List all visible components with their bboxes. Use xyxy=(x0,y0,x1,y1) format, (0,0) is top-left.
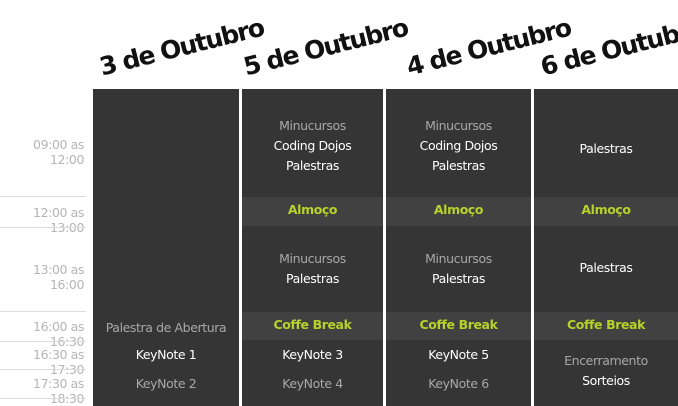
session-keynote: KeyNote 1 xyxy=(93,345,239,365)
divider xyxy=(0,227,86,228)
session-text: Palestras xyxy=(579,260,633,275)
divider xyxy=(0,196,86,197)
session-text: Encerramento xyxy=(564,353,648,368)
lunch-band: Almoço xyxy=(242,197,383,226)
session-text: KeyNote 2 xyxy=(135,376,197,391)
divider xyxy=(0,341,86,342)
session-afternoon: Minucursos Palestras xyxy=(386,249,531,289)
session-text: KeyNote 3 xyxy=(282,347,343,362)
session-keynote: KeyNote 5 xyxy=(386,345,531,365)
break-band: Coffe Break xyxy=(534,312,678,340)
session-text: Coding Dojos xyxy=(419,138,498,153)
break-band: Coffe Break xyxy=(386,312,531,340)
time-label: 09:00 as 12:00 xyxy=(33,137,84,167)
time-column: 09:00 as 12:00 12:00 as 13:00 13:00 as 1… xyxy=(0,0,92,406)
session-lunch: Almoço xyxy=(581,202,631,217)
session-morning: Palestras xyxy=(534,139,678,159)
session-lunch: Almoço xyxy=(433,202,484,217)
session-break: Coffe Break xyxy=(567,317,645,332)
session-text: Palestras xyxy=(579,141,633,156)
day-header-1: 3 de Outubro xyxy=(96,12,267,82)
session-text: Minucursos xyxy=(425,251,492,266)
session-text: Minucursos xyxy=(425,118,492,133)
day-header-3: 4 de Outubro xyxy=(403,12,574,82)
lunch-band: Almoço xyxy=(534,197,678,226)
session-text: Coding Dojos xyxy=(273,138,352,153)
day-column-4: Palestras Almoço Palestras Coffe Break E… xyxy=(534,89,678,406)
session-abertura: Palestra de Abertura xyxy=(93,318,239,338)
session-text: Minucursos xyxy=(279,251,346,266)
divider xyxy=(0,311,86,312)
session-text: Palestras xyxy=(286,158,339,173)
session-text: KeyNote 6 xyxy=(428,376,489,391)
day-column-2: Minucursos Coding Dojos Palestras Almoço… xyxy=(242,89,383,406)
session-text: KeyNote 5 xyxy=(428,347,489,362)
time-label: 16:30 as 17:30 xyxy=(33,347,84,377)
day-column-1: Palestra de Abertura KeyNote 1 KeyNote 2 xyxy=(93,89,239,406)
session-afternoon: Palestras xyxy=(534,258,678,278)
session-keynote: KeyNote 3 xyxy=(242,345,383,365)
session-text: Palestra de Abertura xyxy=(105,320,227,335)
session-afternoon: Minucursos Palestras xyxy=(242,249,383,289)
session-keynote: KeyNote 4 xyxy=(242,374,383,394)
time-label: 12:00 as 13:00 xyxy=(33,205,84,235)
divider xyxy=(0,369,86,370)
session-break: Coffe Break xyxy=(273,317,352,332)
time-label: 16:00 as 16:30 xyxy=(33,319,84,349)
session-text: Sorteios xyxy=(582,373,630,388)
session-morning: Minucursos Coding Dojos Palestras xyxy=(386,116,531,176)
session-break: Coffe Break xyxy=(419,317,498,332)
session-text: Palestras xyxy=(286,271,339,286)
session-text: Palestras xyxy=(432,271,485,286)
time-label: 13:00 as 16:00 xyxy=(33,262,84,292)
day-column-3: Minucursos Coding Dojos Palestras Almoço… xyxy=(386,89,531,406)
session-morning: Minucursos Coding Dojos Palestras xyxy=(242,116,383,176)
session-text: KeyNote 4 xyxy=(282,376,343,391)
session-lunch: Almoço xyxy=(287,202,338,217)
session-text: Palestras xyxy=(432,158,485,173)
session-text: KeyNote 1 xyxy=(135,347,197,362)
lunch-band: Almoço xyxy=(386,197,531,226)
session-text: Minucursos xyxy=(279,118,346,133)
session-closing: Encerramento Sorteios xyxy=(534,351,678,391)
session-keynote: KeyNote 2 xyxy=(93,374,239,394)
time-label: 17:30 as 18:30 xyxy=(33,376,84,406)
session-keynote: KeyNote 6 xyxy=(386,374,531,394)
divider xyxy=(0,398,86,399)
break-band: Coffe Break xyxy=(242,312,383,340)
